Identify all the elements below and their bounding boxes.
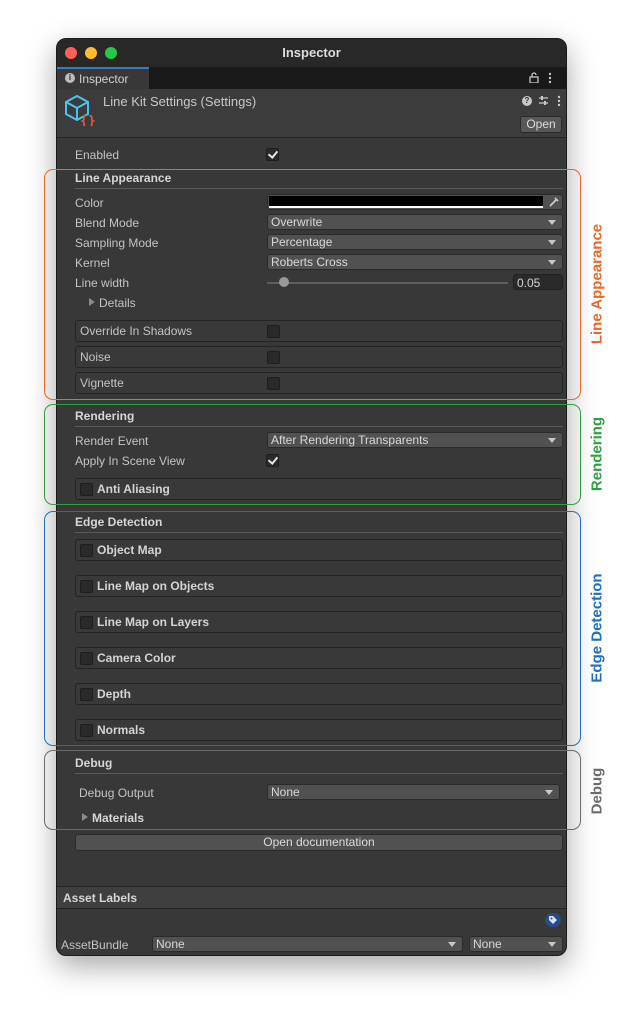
- chevron-down-icon: [548, 942, 556, 947]
- enabled-label: Enabled: [75, 148, 120, 162]
- preset-icon[interactable]: [538, 95, 549, 106]
- tab-menu-icon[interactable]: [548, 72, 552, 84]
- tab-bar: i Inspector: [57, 67, 566, 89]
- open-documentation-button[interactable]: Open documentation: [75, 834, 563, 851]
- tag-icon[interactable]: [545, 913, 561, 927]
- line-appearance-annotation-label: Line Appearance: [588, 223, 606, 345]
- lock-icon[interactable]: [529, 72, 539, 83]
- open-button[interactable]: Open: [520, 116, 562, 133]
- tab-inspector[interactable]: i Inspector: [57, 67, 149, 89]
- title-bar: Inspector: [57, 39, 566, 67]
- window-title: Inspector: [282, 45, 341, 60]
- rendering-annotation-frame: [44, 404, 581, 505]
- chevron-down-icon: [448, 942, 456, 947]
- asset-header: {} Line Kit Settings (Settings) ? Open: [57, 89, 566, 137]
- assetbundle-variant-value: None: [473, 937, 502, 951]
- rendering-annotation-label: Rendering: [588, 416, 606, 492]
- tab-label: Inspector: [79, 72, 129, 86]
- edge-detection-annotation-frame: [44, 511, 581, 746]
- assetbundle-label: AssetBundle: [61, 938, 129, 952]
- debug-annotation-label: Debug: [588, 767, 606, 815]
- open-button-label: Open: [526, 117, 556, 131]
- assetbundle-variant-dropdown[interactable]: None: [469, 936, 563, 952]
- enabled-checkbox[interactable]: [266, 148, 279, 161]
- help-icon[interactable]: ?: [522, 96, 532, 106]
- scriptable-object-icon: {}: [65, 94, 95, 126]
- info-icon: i: [65, 73, 75, 83]
- assetbundle-value: None: [156, 937, 185, 951]
- context-menu-icon[interactable]: [557, 95, 561, 107]
- asset-name: Line Kit Settings (Settings): [103, 94, 257, 109]
- debug-annotation-frame: [44, 750, 581, 830]
- line-appearance-annotation-frame: [44, 169, 581, 400]
- open-documentation-label: Open documentation: [263, 835, 375, 849]
- svg-text:{}: {}: [80, 114, 95, 126]
- asset-labels-bar[interactable]: Asset Labels: [57, 887, 566, 908]
- assetbundle-dropdown[interactable]: None: [152, 936, 463, 952]
- edge-detection-annotation-label: Edge Detection: [588, 573, 606, 683]
- asset-labels-header: Asset Labels: [63, 891, 138, 905]
